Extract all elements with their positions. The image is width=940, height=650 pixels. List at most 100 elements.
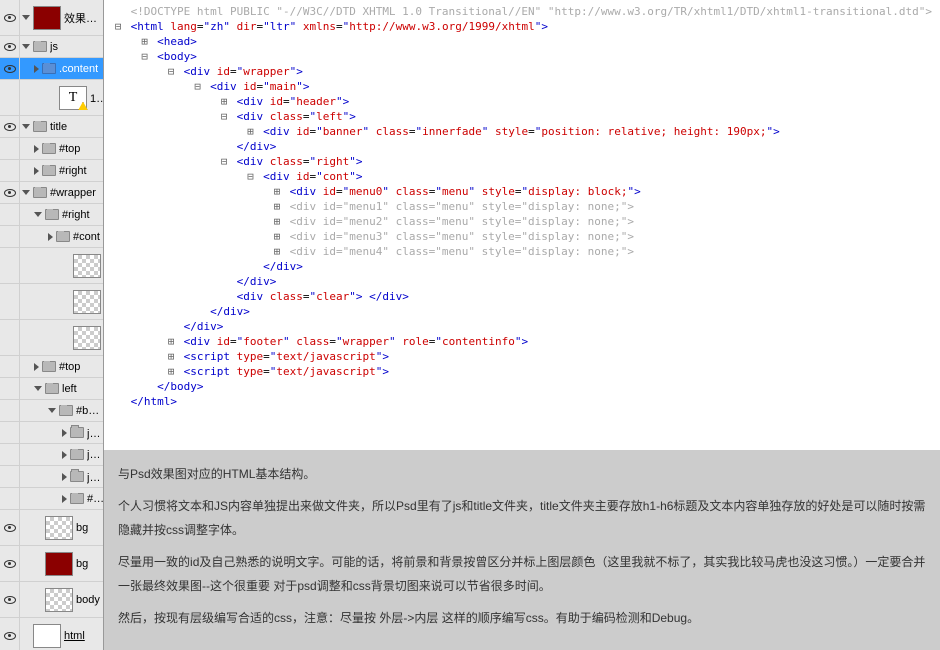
code-line[interactable]: ⊟ <div class="right"> bbox=[112, 154, 932, 169]
code-line[interactable]: ⊟ <div class="left"> bbox=[112, 109, 932, 124]
code-line[interactable]: </div> bbox=[112, 304, 932, 319]
layer-row[interactable]: js img bbox=[0, 444, 103, 466]
disclosure-triangle-icon[interactable] bbox=[34, 386, 42, 391]
layer-label[interactable]: body bbox=[76, 594, 100, 606]
layer-row[interactable]: js前景 bbox=[0, 422, 103, 444]
fold-gutter-icon[interactable]: ⊟ bbox=[244, 169, 256, 184]
disclosure-triangle-icon[interactable] bbox=[34, 65, 39, 73]
layer-label[interactable]: #wrapper bbox=[50, 187, 96, 199]
code-line[interactable]: </div> bbox=[112, 319, 932, 334]
visibility-toggle[interactable] bbox=[0, 546, 20, 581]
code-line[interactable]: ⊞ <div id="menu2" class="menu" style="di… bbox=[112, 214, 932, 229]
visibility-toggle[interactable] bbox=[0, 582, 20, 617]
fold-gutter-icon[interactable]: ⊞ bbox=[165, 334, 177, 349]
fold-gutter-icon[interactable]: ⊟ bbox=[218, 154, 230, 169]
layer-row[interactable]: js背景 bbox=[0, 466, 103, 488]
disclosure-triangle-icon[interactable] bbox=[48, 233, 53, 241]
visibility-toggle[interactable] bbox=[0, 204, 20, 225]
code-line[interactable]: ⊞ <div id="banner" class="innerfade" sty… bbox=[112, 124, 932, 139]
layer-row[interactable]: bg bbox=[0, 248, 103, 284]
fold-gutter-icon[interactable]: ⊟ bbox=[112, 19, 124, 34]
disclosure-triangle-icon[interactable] bbox=[22, 124, 30, 129]
layer-row[interactable]: #banner bbox=[0, 400, 103, 422]
fold-gutter-icon[interactable]: ⊞ bbox=[165, 349, 177, 364]
layer-label[interactable]: bg bbox=[76, 522, 88, 534]
code-line[interactable]: ⊞ <div id="header"> bbox=[112, 94, 932, 109]
fold-gutter-icon[interactable]: ⊞ bbox=[244, 124, 256, 139]
visibility-toggle[interactable] bbox=[0, 80, 20, 115]
disclosure-triangle-icon[interactable] bbox=[62, 451, 67, 459]
layer-label[interactable]: #top bbox=[59, 361, 80, 373]
visibility-toggle[interactable] bbox=[0, 138, 20, 159]
disclosure-triangle-icon[interactable] bbox=[22, 15, 30, 20]
disclosure-triangle-icon[interactable] bbox=[34, 363, 39, 371]
layer-label[interactable]: #right bbox=[59, 165, 87, 177]
fold-gutter-icon[interactable]: ⊞ bbox=[139, 34, 151, 49]
code-line[interactable]: ⊞ <script type="text/javascript"> bbox=[112, 349, 932, 364]
disclosure-triangle-icon[interactable] bbox=[62, 429, 67, 437]
disclosure-triangle-icon[interactable] bbox=[34, 212, 42, 217]
code-line[interactable]: ⊟ <html lang="zh" dir="ltr" xmlns="http:… bbox=[112, 19, 932, 34]
disclosure-triangle-icon[interactable] bbox=[22, 190, 30, 195]
code-line[interactable]: ⊞ <script type="text/javascript"> bbox=[112, 364, 932, 379]
code-line[interactable]: ⊟ <div id="main"> bbox=[112, 79, 932, 94]
code-line[interactable]: ⊞ <div id="menu1" class="menu" style="di… bbox=[112, 199, 932, 214]
fold-gutter-icon[interactable]: ⊞ bbox=[271, 244, 283, 259]
layer-row[interactable]: bg bbox=[0, 510, 103, 546]
code-line[interactable]: ⊟ <body> bbox=[112, 49, 932, 64]
layer-row[interactable]: title bbox=[0, 116, 103, 138]
layer-row[interactable]: body bbox=[0, 582, 103, 618]
layer-row[interactable]: 效果图合并 bbox=[0, 0, 103, 36]
visibility-toggle[interactable] bbox=[0, 160, 20, 181]
layer-label[interactable]: js img bbox=[87, 449, 103, 461]
layer-row[interactable]: #cont bbox=[0, 226, 103, 248]
visibility-toggle[interactable] bbox=[0, 378, 20, 399]
layer-row[interactable]: shadow bbox=[0, 320, 103, 356]
fold-gutter-icon[interactable]: ⊞ bbox=[271, 184, 283, 199]
visibility-toggle[interactable] bbox=[0, 248, 20, 283]
code-line[interactable]: <div class="clear"> </div> bbox=[112, 289, 932, 304]
visibility-toggle[interactable] bbox=[0, 182, 20, 203]
layer-label[interactable]: .content bbox=[59, 63, 98, 75]
layer-label[interactable]: html bbox=[64, 630, 85, 642]
code-line[interactable]: </body> bbox=[112, 379, 932, 394]
visibility-toggle[interactable] bbox=[0, 0, 20, 35]
layer-row[interactable]: js bbox=[0, 36, 103, 58]
code-line[interactable]: ⊟ <div id="cont"> bbox=[112, 169, 932, 184]
layer-label[interactable]: #top bbox=[59, 143, 80, 155]
fold-gutter-icon[interactable]: ⊟ bbox=[218, 109, 230, 124]
code-line[interactable]: ⊞ <div id="menu4" class="menu" style="di… bbox=[112, 244, 932, 259]
visibility-toggle[interactable] bbox=[0, 36, 20, 57]
layer-row[interactable]: bg bbox=[0, 546, 103, 582]
code-area[interactable]: <!DOCTYPE html PUBLIC "-//W3C//DTD XHTML… bbox=[104, 0, 940, 450]
visibility-toggle[interactable] bbox=[0, 400, 20, 421]
code-line[interactable]: </div> bbox=[112, 259, 932, 274]
code-line[interactable]: ⊟ <div id="wrapper"> bbox=[112, 64, 932, 79]
layer-label[interactable]: js bbox=[50, 41, 58, 53]
visibility-toggle[interactable] bbox=[0, 116, 20, 137]
layer-row[interactable]: bg bbox=[0, 284, 103, 320]
fold-gutter-icon[interactable]: ⊟ bbox=[139, 49, 151, 64]
fold-gutter-icon[interactable]: ⊞ bbox=[271, 199, 283, 214]
disclosure-triangle-icon[interactable] bbox=[62, 495, 67, 503]
visibility-toggle[interactable] bbox=[0, 58, 20, 79]
visibility-toggle[interactable] bbox=[0, 422, 20, 443]
code-line[interactable]: ⊞ <div id="menu0" class="menu" style="di… bbox=[112, 184, 932, 199]
visibility-toggle[interactable] bbox=[0, 444, 20, 465]
visibility-toggle[interactable] bbox=[0, 618, 20, 650]
layer-row[interactable]: html bbox=[0, 618, 103, 650]
layer-label[interactable]: #right bbox=[62, 209, 90, 221]
layer-row[interactable]: #wrapper bbox=[0, 182, 103, 204]
code-line[interactable]: ⊞ <head> bbox=[112, 34, 932, 49]
layer-label[interactable]: title bbox=[50, 121, 67, 133]
code-line[interactable]: ⊞ <div id="footer" class="wrapper" role=… bbox=[112, 334, 932, 349]
code-line[interactable]: <!DOCTYPE html PUBLIC "-//W3C//DTD XHTML… bbox=[112, 4, 932, 19]
layer-label[interactable]: #banner bbox=[76, 405, 103, 417]
visibility-toggle[interactable] bbox=[0, 284, 20, 319]
code-line[interactable]: </div> bbox=[112, 274, 932, 289]
layer-label[interactable]: #banner-padding bbox=[87, 493, 103, 505]
fold-gutter-icon[interactable]: ⊞ bbox=[218, 94, 230, 109]
layer-label[interactable]: left bbox=[62, 383, 77, 395]
layer-label[interactable]: #cont bbox=[73, 231, 100, 243]
layer-row[interactable]: T1版块，对不起。2版块，... bbox=[0, 80, 103, 116]
